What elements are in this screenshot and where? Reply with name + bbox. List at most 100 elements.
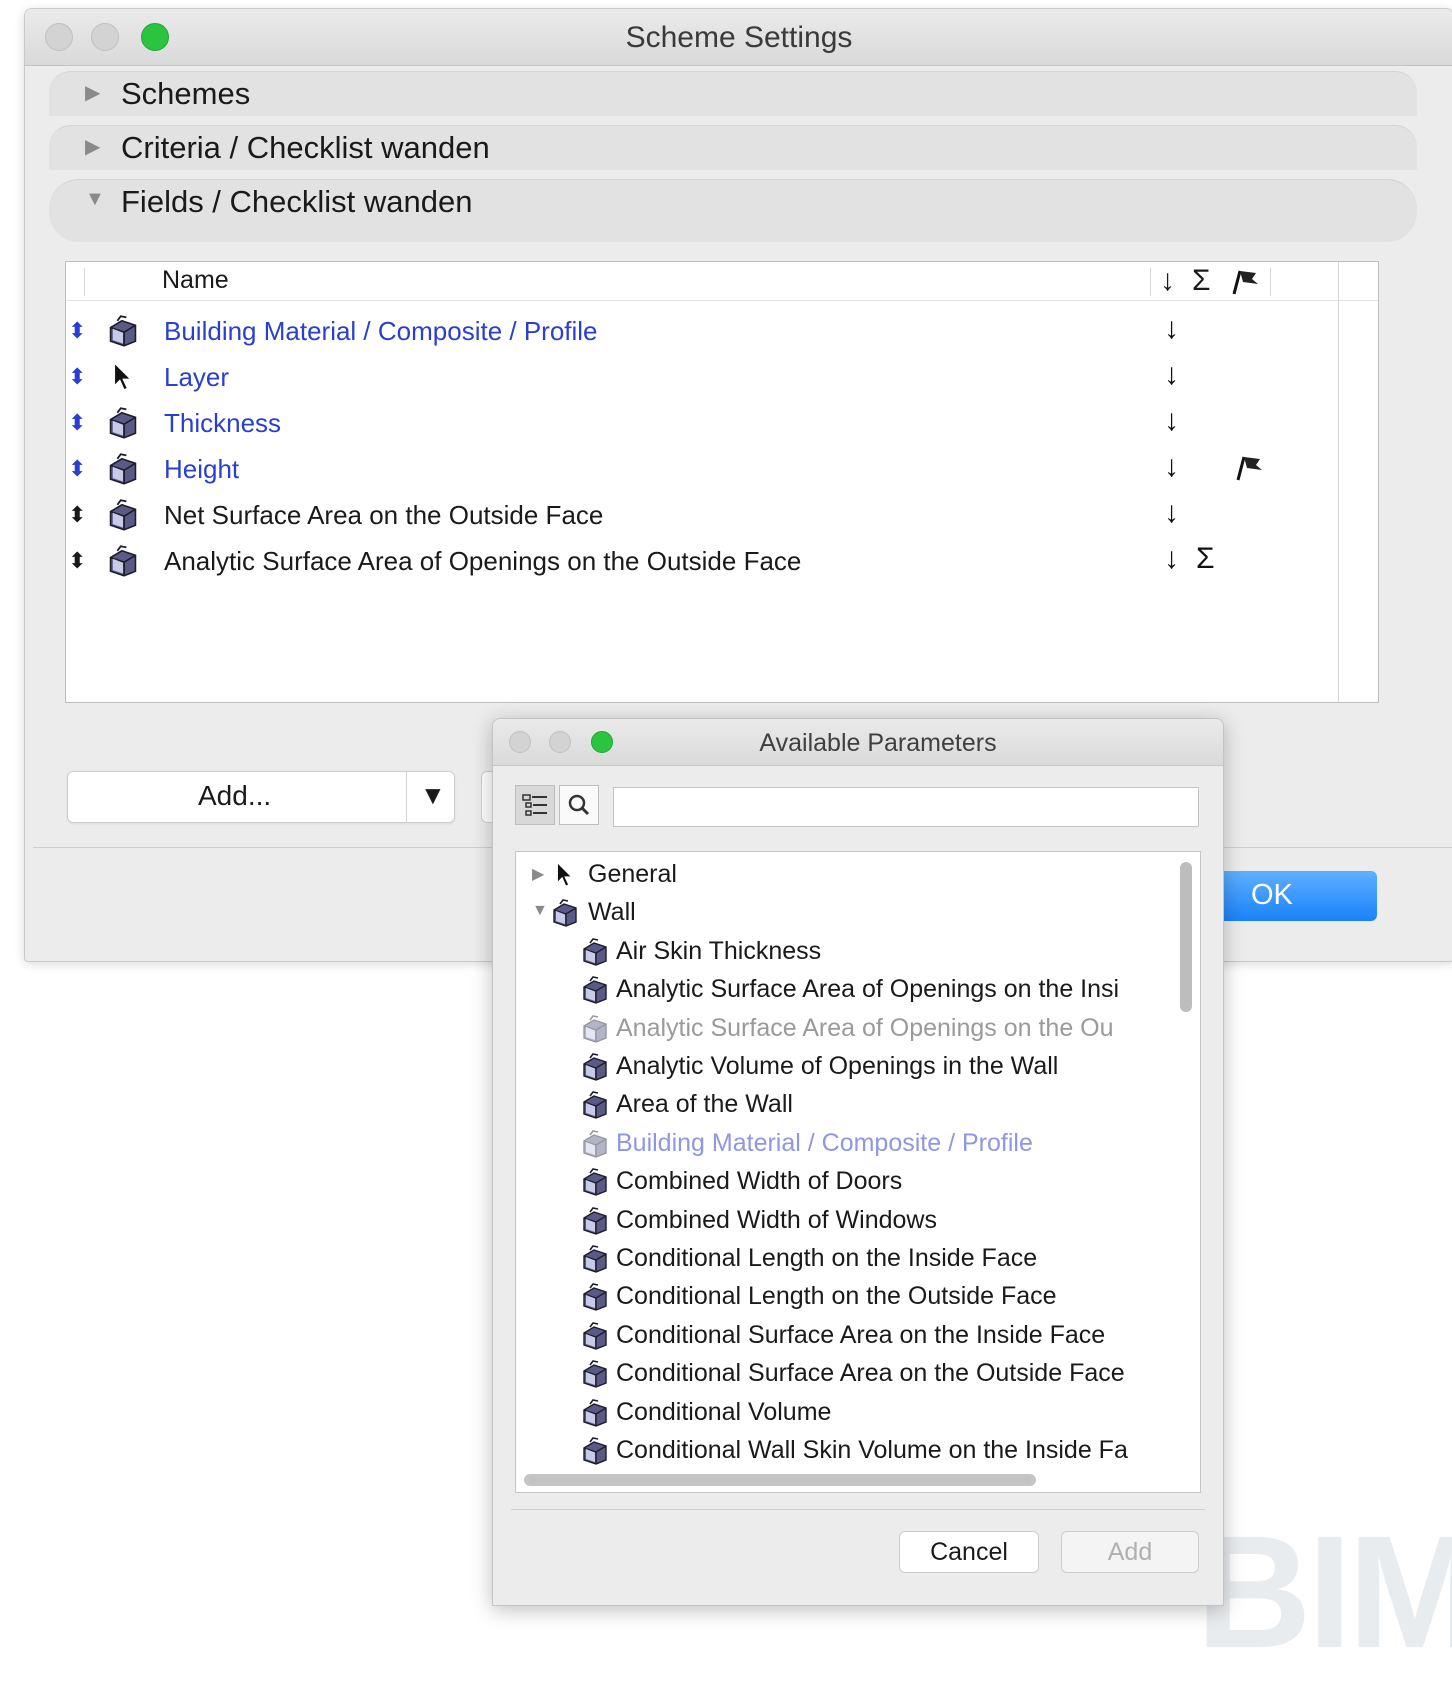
table-row[interactable]: ⬍ Thickness ↓ xyxy=(66,402,1378,448)
sort-arrow-icon[interactable]: ↓ xyxy=(1164,450,1179,484)
table-row[interactable]: ⬍ Layer ↓ xyxy=(66,356,1378,402)
sort-arrow-icon[interactable]: ↓ xyxy=(1164,496,1179,530)
wall-icon xyxy=(106,544,140,583)
tree-item[interactable]: Area of the Wall xyxy=(516,1086,1200,1124)
field-name: Analytic Surface Area of Openings on the… xyxy=(164,546,802,576)
field-name: Building Material / Composite / Profile xyxy=(164,316,598,346)
tree-item[interactable]: Air Skin Thickness xyxy=(516,933,1200,971)
horizontal-scrollbar[interactable] xyxy=(524,1474,1036,1486)
dropdown-arrow-icon[interactable]: ▼ xyxy=(420,780,446,811)
table-row[interactable]: ⬍ Building Material / Composite / Profile… xyxy=(66,310,1378,356)
sort-arrow-icon[interactable]: ↓ xyxy=(1160,264,1175,298)
wall-icon xyxy=(580,1090,610,1125)
palette-title-bar: Available Parameters xyxy=(493,719,1223,766)
tree-item-label: Conditional Surface Area on the Inside F… xyxy=(616,1320,1106,1349)
tree-group[interactable]: ▼ Wall xyxy=(516,894,1200,932)
tree-item[interactable]: Analytic Surface Area of Openings on the… xyxy=(516,971,1200,1009)
divider xyxy=(511,1509,1205,1510)
sum-icon[interactable]: Σ xyxy=(1192,264,1211,298)
tree-item[interactable]: Conditional Length on the Outside Face xyxy=(516,1278,1200,1316)
tree-item-label: Combined Width of Doors xyxy=(616,1167,903,1196)
cancel-button[interactable]: Cancel xyxy=(899,1531,1039,1573)
tree-item-label: Conditional Wall Skin Volume on the Insi… xyxy=(616,1436,1128,1464)
wall-icon xyxy=(580,1129,610,1164)
column-header-name[interactable]: Name xyxy=(162,266,229,295)
tree-item[interactable]: Conditional Wall Skin Volume on the Insi… xyxy=(516,1432,1200,1470)
column-divider xyxy=(1150,268,1151,296)
tree-item[interactable]: Analytic Surface Area of Openings on the… xyxy=(516,1010,1200,1048)
cancel-button-label: Cancel xyxy=(930,1538,1008,1566)
wall-icon xyxy=(580,1052,610,1087)
wall-icon xyxy=(580,1244,610,1279)
watermark-logo: BIM xyxy=(1196,1502,1452,1681)
tree-item-label: General xyxy=(588,860,677,888)
tree-item[interactable]: Conditional Length on the Inside Face xyxy=(516,1240,1200,1278)
tree-item[interactable]: Building Material / Composite / Profile xyxy=(516,1125,1200,1163)
search-button[interactable] xyxy=(559,785,599,825)
tree-item-label: Combined Width of Windows xyxy=(616,1205,937,1234)
flag-icon[interactable] xyxy=(1234,454,1264,487)
add-field-button[interactable]: Add... ▼ xyxy=(67,771,455,823)
cursor-icon xyxy=(550,860,578,893)
section-fields[interactable]: ▼ Fields / Checklist wanden xyxy=(49,179,1417,242)
cursor-icon xyxy=(106,360,138,397)
wall-icon xyxy=(580,1398,610,1433)
tree-item-label: Conditional Length on the Inside Face xyxy=(616,1244,1038,1272)
tree-item[interactable]: Combined Width of Doors xyxy=(516,1163,1200,1201)
vertical-scrollbar[interactable] xyxy=(1180,862,1192,1012)
flag-icon[interactable] xyxy=(1230,268,1260,304)
wall-icon xyxy=(580,937,610,972)
disclosure-right-icon[interactable]: ▶ xyxy=(85,80,100,105)
sort-arrow-icon[interactable]: ↓ xyxy=(1164,542,1179,576)
ok-button-label: OK xyxy=(1251,879,1293,911)
wall-icon xyxy=(580,1014,610,1049)
table-row[interactable]: ⬍ Net Surface Area on the Outside Face ↓ xyxy=(66,494,1378,540)
wall-icon xyxy=(106,498,140,537)
wall-icon xyxy=(580,1206,610,1241)
tree-item-label: Building Material / Composite / Profile xyxy=(616,1128,1033,1157)
tree-item-label: Conditional Length on the Outside Face xyxy=(616,1282,1057,1311)
section-criteria[interactable]: ▶ Criteria / Checklist wanden xyxy=(49,125,1417,170)
table-header: Name ↓ Σ xyxy=(66,262,1378,301)
wall-icon xyxy=(106,406,140,445)
tree-group[interactable]: ▶ General xyxy=(516,856,1200,894)
search-icon xyxy=(568,794,590,816)
tree-item[interactable]: Conditional Volume xyxy=(516,1394,1200,1432)
add-parameter-button[interactable]: Add xyxy=(1061,1531,1199,1573)
tree-item-label: Conditional Volume xyxy=(616,1397,832,1426)
sort-arrow-icon[interactable]: ↓ xyxy=(1164,358,1179,392)
disclosure-right-icon[interactable]: ▶ xyxy=(85,134,100,159)
tree-item[interactable]: Combined Width of Windows xyxy=(516,1202,1200,1240)
reorder-handle-icon[interactable]: ⬍ xyxy=(68,318,86,344)
reorder-handle-icon[interactable]: ⬍ xyxy=(68,456,86,482)
tree-item[interactable]: Analytic Volume of Openings in the Wall xyxy=(516,1048,1200,1086)
reorder-handle-icon[interactable]: ⬍ xyxy=(68,548,86,574)
wall-icon xyxy=(580,1436,610,1471)
search-input[interactable] xyxy=(613,787,1199,827)
add-parameter-button-label: Add xyxy=(1107,1538,1153,1566)
sort-arrow-icon[interactable]: ↓ xyxy=(1164,404,1179,438)
tree-item[interactable]: Conditional Surface Area on the Outside … xyxy=(516,1355,1200,1393)
column-divider xyxy=(1270,268,1271,296)
disclosure-right-icon[interactable]: ▶ xyxy=(532,864,544,884)
tree-item-label: Analytic Surface Area of Openings on the… xyxy=(616,975,1120,1004)
section-schemes[interactable]: ▶ Schemes xyxy=(49,71,1417,116)
wall-icon xyxy=(580,1167,610,1202)
reorder-handle-icon[interactable]: ⬍ xyxy=(68,502,86,528)
tree-item[interactable]: Conditional Surface Area on the Inside F… xyxy=(516,1317,1200,1355)
tree-item-label: Wall xyxy=(588,898,636,927)
sum-icon[interactable]: Σ xyxy=(1196,542,1215,576)
tree-item-label: Analytic Surface Area of Openings on the… xyxy=(616,1013,1114,1042)
disclosure-down-icon[interactable]: ▼ xyxy=(532,902,548,920)
table-row[interactable]: ⬍ Height ↓ xyxy=(66,448,1378,494)
sort-arrow-icon[interactable]: ↓ xyxy=(1164,312,1179,346)
fields-table: Name ↓ Σ ⬍ Building Material / Composite … xyxy=(65,261,1379,703)
table-row[interactable]: ⬍ Analytic Surface Area of Openings on th… xyxy=(66,540,1378,586)
reorder-handle-icon[interactable]: ⬍ xyxy=(68,364,86,390)
reorder-handle-icon[interactable]: ⬍ xyxy=(68,410,86,436)
wall-icon xyxy=(106,314,140,353)
ok-button[interactable]: OK xyxy=(1205,871,1377,921)
disclosure-down-icon[interactable]: ▼ xyxy=(85,188,105,211)
wall-icon xyxy=(580,975,610,1010)
tree-view-button[interactable] xyxy=(515,785,555,825)
